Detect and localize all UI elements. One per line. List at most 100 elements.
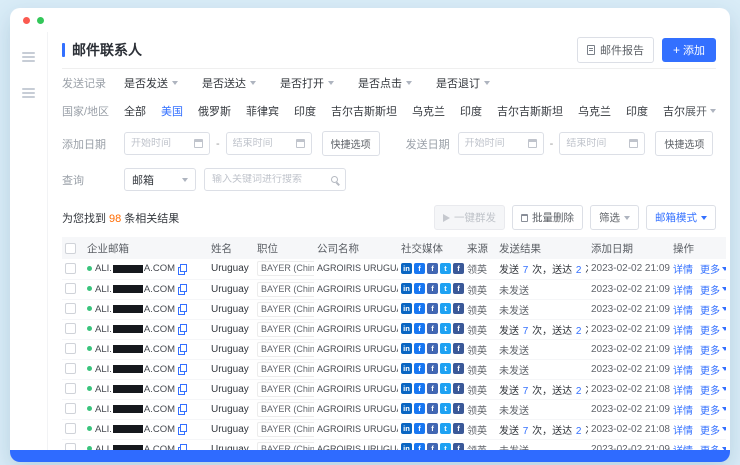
social-icon-facebook[interactable]: f	[453, 423, 464, 434]
mode-dropdown[interactable]: 邮箱模式	[646, 205, 716, 230]
send-record-option[interactable]: 是否送达	[202, 75, 256, 91]
country-option[interactable]: 乌克兰	[578, 103, 611, 119]
country-option[interactable]: 乌克兰	[412, 103, 445, 119]
more-dropdown[interactable]: 更多	[700, 322, 726, 337]
social-icon-facebook[interactable]: f	[414, 443, 425, 450]
copy-icon[interactable]	[178, 284, 187, 294]
more-dropdown[interactable]: 更多	[700, 282, 726, 297]
row-checkbox[interactable]	[65, 343, 76, 354]
social-icon-linkedin[interactable]: in	[401, 303, 412, 314]
country-option[interactable]: 印度	[460, 103, 482, 119]
add-date-start-input[interactable]	[124, 132, 210, 155]
copy-icon[interactable]	[178, 444, 187, 450]
more-dropdown[interactable]: 更多	[700, 382, 726, 397]
social-icon-facebook[interactable]: f	[414, 423, 425, 434]
country-option[interactable]: 俄罗斯	[198, 103, 231, 119]
social-icon-facebook[interactable]: f	[453, 403, 464, 414]
more-dropdown[interactable]: 更多	[700, 342, 726, 357]
social-icon-twitter[interactable]: t	[440, 263, 451, 274]
country-option[interactable]: 吉尔吉斯斯坦	[497, 103, 563, 119]
social-icon-facebook[interactable]: f	[427, 423, 438, 434]
row-checkbox[interactable]	[65, 283, 76, 294]
detail-link[interactable]: 详情	[673, 326, 693, 337]
copy-icon[interactable]	[178, 364, 187, 374]
add-date-quick-button[interactable]: 快捷选项	[322, 131, 380, 156]
select-all-checkbox[interactable]	[65, 243, 76, 254]
social-icon-linkedin[interactable]: in	[401, 423, 412, 434]
add-contact-button[interactable]: + 添加	[662, 38, 716, 62]
social-icon-facebook[interactable]: f	[453, 363, 464, 374]
social-icon-facebook[interactable]: f	[414, 383, 425, 394]
social-icon-facebook[interactable]: f	[453, 323, 464, 334]
row-checkbox[interactable]	[65, 363, 76, 374]
send-date-quick-button[interactable]: 快捷选项	[655, 131, 713, 156]
copy-icon[interactable]	[178, 424, 187, 434]
more-dropdown[interactable]: 更多	[700, 442, 726, 451]
detail-link[interactable]: 详情	[673, 366, 693, 377]
social-icon-facebook[interactable]: f	[427, 323, 438, 334]
row-checkbox[interactable]	[65, 423, 76, 434]
copy-icon[interactable]	[178, 404, 187, 414]
social-icon-facebook[interactable]: f	[414, 403, 425, 414]
detail-link[interactable]: 详情	[673, 386, 693, 397]
row-checkbox[interactable]	[65, 303, 76, 314]
social-icon-twitter[interactable]: t	[440, 383, 451, 394]
send-date-end-field[interactable]	[566, 138, 622, 149]
search-input[interactable]	[212, 174, 322, 185]
send-record-option[interactable]: 是否退订	[436, 75, 490, 91]
filter-dropdown[interactable]: 筛选	[590, 205, 639, 230]
social-icon-facebook[interactable]: f	[414, 323, 425, 334]
social-icon-facebook[interactable]: f	[427, 443, 438, 450]
row-checkbox[interactable]	[65, 263, 76, 274]
country-option[interactable]: 美国	[161, 103, 183, 119]
social-icon-linkedin[interactable]: in	[401, 323, 412, 334]
more-dropdown[interactable]: 更多	[700, 402, 726, 417]
social-icon-twitter[interactable]: t	[440, 403, 451, 414]
social-icon-facebook[interactable]: f	[414, 343, 425, 354]
country-option[interactable]: 吉尔吉斯斯坦	[663, 103, 685, 119]
search-input-wrap[interactable]	[204, 168, 346, 191]
social-icon-twitter[interactable]: t	[440, 443, 451, 450]
menu-icon[interactable]	[22, 88, 35, 98]
detail-link[interactable]: 详情	[673, 286, 693, 297]
detail-link[interactable]: 详情	[673, 406, 693, 417]
detail-link[interactable]: 详情	[673, 306, 693, 317]
country-option[interactable]: 全部	[124, 103, 146, 119]
copy-icon[interactable]	[178, 344, 187, 354]
social-icon-facebook[interactable]: f	[427, 343, 438, 354]
country-option[interactable]: 印度	[626, 103, 648, 119]
send-record-option[interactable]: 是否点击	[358, 75, 412, 91]
add-date-start-field[interactable]	[131, 138, 187, 149]
social-icon-linkedin[interactable]: in	[401, 283, 412, 294]
country-option[interactable]: 印度	[294, 103, 316, 119]
add-date-end-input[interactable]	[226, 132, 312, 155]
send-record-option[interactable]: 是否发送	[124, 75, 178, 91]
social-icon-facebook[interactable]: f	[453, 383, 464, 394]
social-icon-facebook[interactable]: f	[453, 303, 464, 314]
social-icon-linkedin[interactable]: in	[401, 343, 412, 354]
more-dropdown[interactable]: 更多	[700, 362, 726, 377]
social-icon-linkedin[interactable]: in	[401, 383, 412, 394]
social-icon-facebook[interactable]: f	[453, 283, 464, 294]
social-icon-facebook[interactable]: f	[453, 443, 464, 450]
country-option[interactable]: 吉尔吉斯斯坦	[331, 103, 397, 119]
more-dropdown[interactable]: 更多	[700, 302, 726, 317]
social-icon-linkedin[interactable]: in	[401, 263, 412, 274]
social-icon-twitter[interactable]: t	[440, 323, 451, 334]
social-icon-facebook[interactable]: f	[427, 403, 438, 414]
social-icon-facebook[interactable]: f	[427, 363, 438, 374]
send-record-option[interactable]: 是否打开	[280, 75, 334, 91]
traffic-light-green-icon[interactable]	[37, 17, 44, 24]
social-icon-twitter[interactable]: t	[440, 363, 451, 374]
social-icon-facebook[interactable]: f	[414, 283, 425, 294]
traffic-light-red-icon[interactable]	[23, 17, 30, 24]
social-icon-twitter[interactable]: t	[440, 303, 451, 314]
social-icon-facebook[interactable]: f	[414, 303, 425, 314]
send-date-start-field[interactable]	[465, 138, 521, 149]
row-checkbox[interactable]	[65, 323, 76, 334]
email-report-button[interactable]: 邮件报告	[577, 37, 654, 63]
social-icon-facebook[interactable]: f	[414, 363, 425, 374]
social-icon-facebook[interactable]: f	[453, 263, 464, 274]
send-date-end-input[interactable]	[559, 132, 645, 155]
copy-icon[interactable]	[178, 384, 187, 394]
